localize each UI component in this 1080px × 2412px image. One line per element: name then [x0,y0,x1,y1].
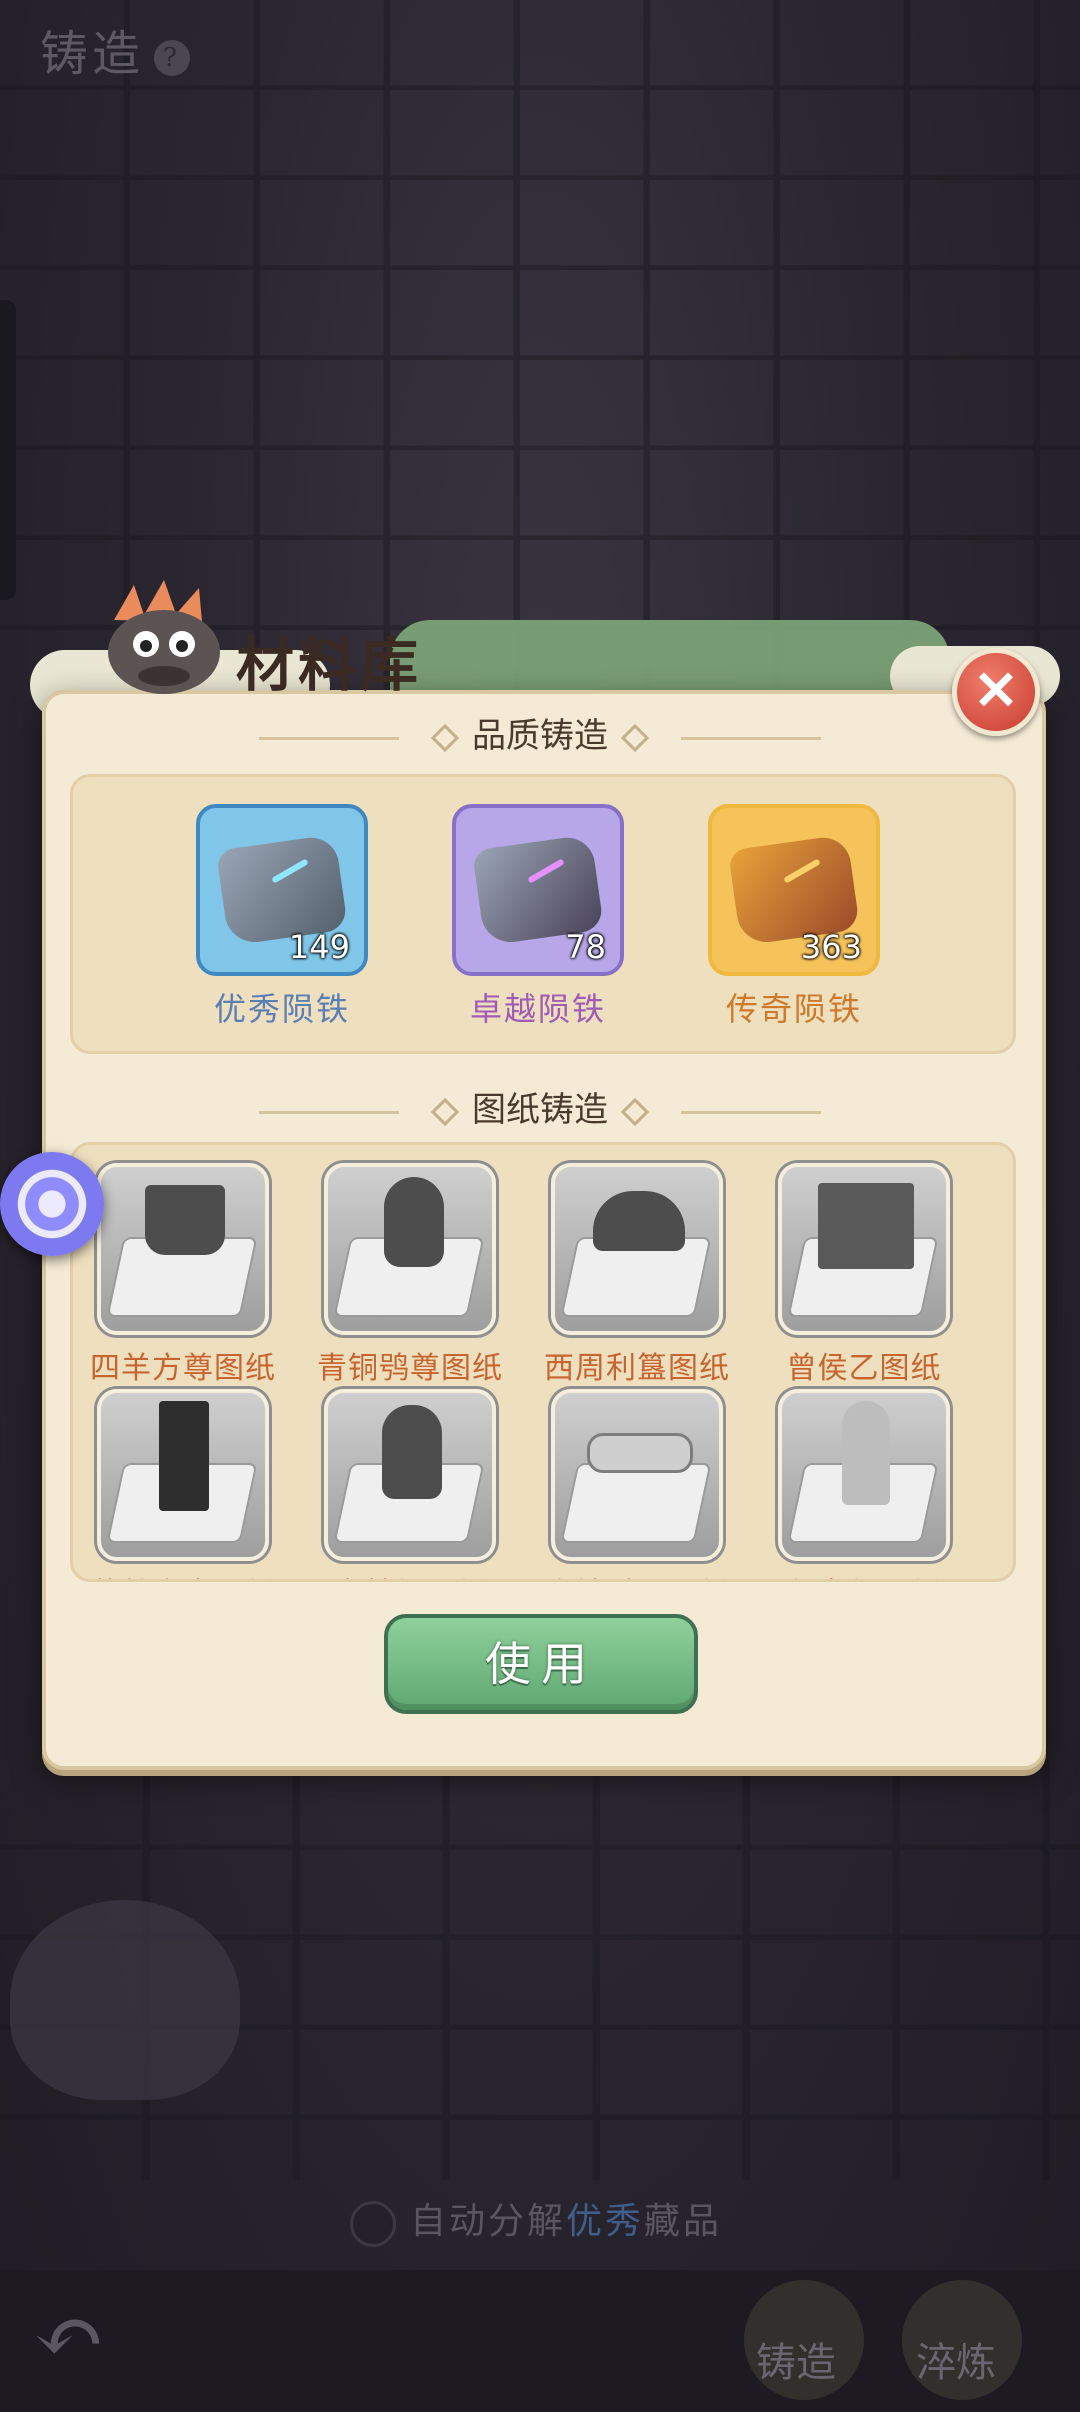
blueprint-item[interactable]: 洛神赋图图纸 [537,1389,737,1579]
question-icon[interactable]: ? [154,39,191,76]
checkbox-icon[interactable] [350,2201,396,2247]
blueprint-name: 四羊方尊图纸 [90,1351,276,1386]
dragon-mascot-icon [108,580,220,694]
blueprint-section-heading: 图纸铸造 [42,1082,1038,1131]
blueprint-slot[interactable] [551,1163,723,1335]
divider-line [259,736,400,740]
auto-decompose-toggle[interactable]: 自动分解优秀藏品 [350,2192,722,2247]
divider-line [259,1110,400,1114]
material-name: 优秀陨铁 [213,990,350,1028]
side-edge-tab[interactable] [0,300,16,600]
material-item[interactable]: 78 卓越陨铁 [452,804,624,1030]
blueprint-item[interactable]: 曾侯乙图纸 [764,1163,964,1387]
material-slot[interactable]: 78 [452,804,624,976]
divider-line [680,1110,821,1114]
blueprint-slot[interactable] [97,1163,269,1335]
material-name: 传奇陨铁 [725,990,862,1028]
material-count: 363 [800,928,862,966]
diamond-ornament-icon [620,723,649,753]
back-arrow-icon[interactable]: ↶ [24,2292,114,2382]
auto-decompose-quality: 优秀 [566,2201,645,2242]
auto-decompose-suffix: 藏品 [644,2201,723,2242]
divider-line [680,736,821,740]
forge-title-text: 铸造 [40,26,145,82]
artifact-icon [587,1433,693,1473]
blueprint-item[interactable]: 四羊方尊图纸 [83,1163,283,1387]
material-slot[interactable]: 149 [196,804,368,976]
artifact-icon [842,1401,890,1505]
blueprint-slot[interactable] [551,1389,723,1561]
blueprint-slot[interactable] [778,1389,950,1561]
temper-nav-label: 淬炼 [916,2340,996,2386]
blueprint-slot[interactable] [324,1389,496,1561]
diamond-ornament-icon [431,1097,460,1127]
diamond-ornament-icon [620,1097,649,1127]
blueprint-heading-text: 图纸铸造 [472,1090,608,1130]
blueprint-name: 西周利簋图纸 [544,1351,730,1386]
blueprint-name: 青铜鸮尊图纸 [317,1351,503,1386]
blueprint-item[interactable]: 莲鹤方壶图纸 [83,1389,283,1579]
material-count: 149 [288,928,350,966]
blueprint-grid-box[interactable]: 四羊方尊图纸 青铜鸮尊图纸 西周利簋图纸 曾侯乙图纸莲鹤方壶图纸 击鼓俑图纸 洛神赋图图纸… [70,1142,1016,1582]
blueprint-item[interactable]: 仕女俑图纸 [764,1389,964,1579]
use-button[interactable]: 使用 [384,1614,698,1714]
scroll-paper-icon [560,1463,712,1543]
blueprint-item[interactable]: 西周利簋图纸 [537,1163,737,1387]
blueprint-slot[interactable] [324,1163,496,1335]
artifact-icon [593,1191,685,1251]
material-slot[interactable]: 363 [708,804,880,976]
blueprint-name: 莲鹤方壶图纸 [83,1569,283,1579]
artifact-icon [159,1401,209,1511]
swirl-icon[interactable] [0,1152,104,1256]
diamond-ornament-icon [431,723,460,753]
quality-section-heading: 品质铸造 [42,708,1038,757]
blueprint-item[interactable]: 击鼓俑图纸 [310,1389,510,1579]
artifact-icon [818,1183,914,1269]
forge-nav-label: 铸造 [756,2340,836,2386]
material-item[interactable]: 149 优秀陨铁 [196,804,368,1030]
forge-screen-title: 铸造? [40,14,191,84]
material-count: 78 [565,928,606,966]
blueprint-name: 仕女俑图纸 [764,1569,964,1579]
hill-decoration [390,620,950,690]
blueprint-name: 击鼓俑图纸 [310,1569,510,1579]
blueprint-name: 洛神赋图图纸 [537,1569,737,1579]
material-item[interactable]: 363 传奇陨铁 [708,804,880,1030]
dialog-title: 材料库 [236,631,423,699]
quality-heading-text: 品质铸造 [472,716,608,756]
material-name: 卓越陨铁 [469,990,606,1028]
artifact-icon [382,1405,442,1499]
blueprint-name: 曾侯乙图纸 [786,1351,942,1386]
artifact-icon [145,1185,225,1255]
blueprint-slot[interactable] [97,1389,269,1561]
artifact-icon [384,1177,444,1267]
auto-decompose-prefix: 自动分解 [410,2201,567,2242]
dog-mascot-decoration [10,1900,240,2100]
blueprint-slot[interactable] [778,1163,950,1335]
blueprint-item[interactable]: 青铜鸮尊图纸 [310,1163,510,1387]
